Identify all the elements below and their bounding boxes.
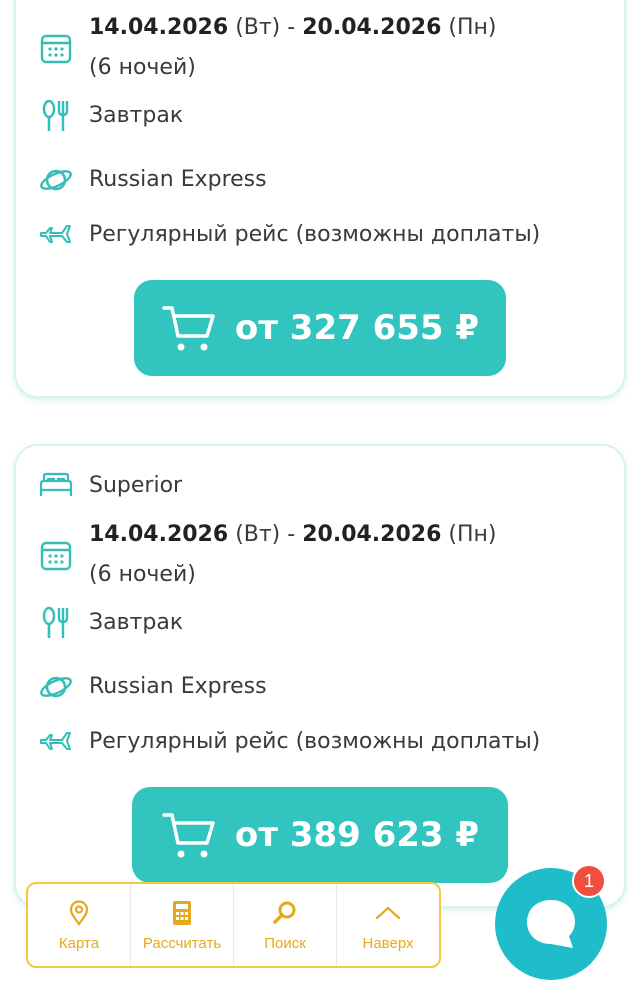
calendar-icon	[38, 30, 74, 66]
nav-label: Поиск	[264, 934, 306, 952]
planet-icon	[38, 162, 74, 198]
cart-icon	[162, 813, 215, 858]
cart-icon	[162, 306, 215, 351]
nights-count: (6 ночей)	[89, 562, 196, 587]
chat-bubble-icon	[527, 900, 575, 948]
price-label: от 327 655 ₽	[234, 308, 480, 348]
offer-card: 14.04.2026 (Вт) - 20.04.2026 (Пн) (6 ноч…	[16, 0, 624, 396]
search-icon	[273, 901, 296, 924]
operator-label: Russian Express	[89, 674, 267, 699]
room-label: Superior	[89, 473, 183, 498]
dates-row: 14.04.2026 (Вт) - 20.04.2026 (Пн) (6 ноч…	[16, 8, 624, 88]
airplane-icon	[38, 217, 74, 253]
flight-row: Регулярный рейс (возможны доплаты)	[16, 217, 624, 257]
price-label: от 389 623 ₽	[234, 815, 480, 855]
room-row: Superior	[16, 466, 624, 506]
nav-top[interactable]: Наверх	[337, 884, 439, 966]
meal-label: Завтрак	[89, 103, 184, 128]
nav-calculate[interactable]: Рассчитать	[131, 884, 234, 966]
nav-search[interactable]: Поиск	[234, 884, 337, 966]
operator-row: Russian Express	[16, 669, 624, 709]
chat-badge: 1	[572, 864, 606, 898]
dates-row: 14.04.2026 (Вт) - 20.04.2026 (Пн) (6 ноч…	[16, 515, 624, 595]
flight-label: Регулярный рейс (возможны доплаты)	[89, 729, 541, 754]
flight-row: Регулярный рейс (возможны доплаты)	[16, 724, 624, 764]
bed-icon	[38, 468, 74, 504]
offer-card: Superior 14.04.2026 (Вт) - 20.04.2026 (П…	[16, 446, 624, 906]
fork-spoon-icon	[38, 605, 74, 641]
nav-label: Рассчитать	[142, 934, 222, 952]
operator-row: Russian Express	[16, 162, 624, 202]
calendar-icon	[38, 537, 74, 573]
map-pin-icon	[69, 899, 89, 926]
nights-count: (6 ночей)	[89, 55, 196, 80]
nav-label: Карта	[58, 934, 100, 952]
chevron-up-icon	[375, 906, 401, 919]
planet-icon	[38, 669, 74, 705]
date-range: 14.04.2026 (Вт) - 20.04.2026 (Пн)	[89, 15, 497, 40]
meal-row: Завтрак	[16, 605, 624, 645]
calculator-icon	[173, 900, 191, 925]
nav-label: Наверх	[362, 934, 414, 952]
fork-spoon-icon	[38, 98, 74, 134]
nav-map[interactable]: Карта	[28, 884, 131, 966]
meal-label: Завтрак	[89, 610, 184, 635]
bottom-nav: Карта Рассчитать Поиск Наверх	[26, 882, 441, 968]
flight-label: Регулярный рейс (возможны доплаты)	[89, 222, 541, 247]
operator-label: Russian Express	[89, 167, 267, 192]
price-button[interactable]: от 389 623 ₽	[132, 787, 508, 883]
meal-row: Завтрак	[16, 98, 624, 138]
date-range: 14.04.2026 (Вт) - 20.04.2026 (Пн)	[89, 522, 497, 547]
price-button[interactable]: от 327 655 ₽	[134, 280, 506, 376]
airplane-icon	[38, 724, 74, 760]
